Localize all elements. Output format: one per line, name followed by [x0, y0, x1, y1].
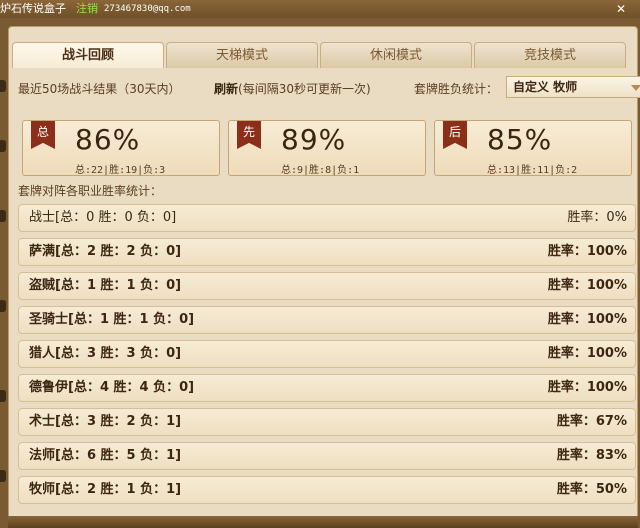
app-title: 炉石传说盒子	[0, 2, 66, 15]
class-win-rate: 胜率：100%	[547, 312, 627, 327]
left-edge-decoration	[0, 60, 8, 520]
class-row-hunter: 猎人[总：3 胜：3 负：0] 胜率：100%	[18, 340, 636, 368]
class-win-rate: 胜率：83%	[556, 448, 627, 463]
class-name: 术士[总：3 胜：2 负：1]	[29, 414, 182, 429]
refresh-group: 刷新(每间隔30秒可更新一次)	[214, 80, 371, 97]
second-detail: 总:13|胜:11|负:2	[487, 165, 578, 176]
class-win-rate: 胜率：100%	[547, 244, 627, 259]
class-name: 猎人[总：3 胜：3 负：0]	[29, 346, 182, 361]
chevron-down-icon	[631, 85, 640, 91]
class-name: 德鲁伊[总：4 胜：4 负：0]	[29, 380, 195, 395]
first-badge: 先	[237, 121, 261, 149]
title-bar: 炉石传说盒子 注销 273467830@qq.com ✕	[0, 0, 640, 18]
class-row-mage: 法师[总：6 胜：5 负：1] 胜率：83%	[18, 442, 636, 470]
filter-row: 最近50场战斗结果（30天内） 刷新(每间隔30秒可更新一次) 套牌胜负统计： …	[18, 76, 640, 98]
second-win-rate: 85%	[487, 123, 553, 156]
class-name: 法师[总：6 胜：5 负：1]	[29, 448, 182, 463]
class-stats-label: 套牌对阵各职业胜率统计：	[18, 184, 163, 198]
user-email: 273467830@qq.com	[104, 4, 191, 14]
total-detail: 总:22|胜:19|负:3	[75, 165, 166, 176]
class-name: 牧师[总：2 胜：1 负：1]	[29, 482, 182, 497]
edge-nub	[0, 210, 6, 222]
bottom-border	[8, 516, 638, 528]
class-win-rate: 胜率：0%	[567, 210, 627, 225]
stat-card-first: 先 89% 总:9|胜:8|负:1	[228, 120, 426, 176]
class-row-priest: 牧师[总：2 胜：1 负：1] 胜率：50%	[18, 476, 636, 504]
class-win-rate: 胜率：100%	[547, 278, 627, 293]
refresh-link[interactable]: 刷新	[214, 82, 238, 96]
mode-tabs: 战斗回顾 天梯模式 休闲模式 竞技模式	[12, 42, 638, 68]
tab-arena-mode[interactable]: 竞技模式	[474, 42, 626, 68]
class-win-rate: 胜率：50%	[556, 482, 627, 497]
deck-select-value: 自定义 牧师	[513, 80, 578, 94]
deck-stat-label: 套牌胜负统计：	[414, 82, 499, 96]
first-win-rate: 89%	[281, 123, 347, 156]
total-badge: 总	[31, 121, 55, 149]
class-win-rate: 胜率：100%	[547, 380, 627, 395]
class-name: 萨满[总：2 胜：2 负：0]	[29, 244, 182, 259]
deck-select[interactable]: 自定义 牧师	[506, 76, 640, 98]
tab-ladder-mode[interactable]: 天梯模式	[166, 42, 318, 68]
edge-nub	[0, 470, 6, 482]
class-name: 战士[总：0 胜：0 负：0]	[29, 210, 177, 225]
tab-casual-mode[interactable]: 休闲模式	[320, 42, 472, 68]
class-win-rate: 胜率：67%	[556, 414, 627, 429]
class-row-druid: 德鲁伊[总：4 胜：4 负：0] 胜率：100%	[18, 374, 636, 402]
edge-nub	[0, 80, 6, 92]
close-button[interactable]: ✕	[604, 0, 638, 18]
class-win-rate: 胜率：100%	[547, 346, 627, 361]
tab-battle-review[interactable]: 战斗回顾	[12, 42, 164, 68]
stat-card-second: 后 85% 总:13|胜:11|负:2	[434, 120, 632, 176]
class-row-warrior: 战士[总：0 胜：0 负：0] 胜率：0%	[18, 204, 636, 232]
edge-nub	[0, 300, 6, 312]
edge-nub	[0, 390, 6, 402]
total-win-rate: 86%	[75, 123, 141, 156]
refresh-note: (每间隔30秒可更新一次)	[238, 82, 371, 96]
first-detail: 总:9|胜:8|负:1	[281, 165, 360, 176]
edge-nub	[0, 140, 6, 152]
logout-link[interactable]: 注销	[76, 0, 98, 18]
class-name: 盗贼[总：1 胜：1 负：0]	[29, 278, 182, 293]
class-row-warlock: 术士[总：3 胜：2 负：1] 胜率：67%	[18, 408, 636, 436]
class-row-paladin: 圣骑士[总：1 胜：1 负：0] 胜率：100%	[18, 306, 636, 334]
second-badge: 后	[443, 121, 467, 149]
stat-card-total: 总 86% 总:22|胜:19|负:3	[22, 120, 220, 176]
recent-results-label: 最近50场战斗结果（30天内）	[18, 82, 181, 96]
class-row-shaman: 萨满[总：2 胜：2 负：0] 胜率：100%	[18, 238, 636, 266]
class-name: 圣骑士[总：1 胜：1 负：0]	[29, 312, 195, 327]
class-row-rogue: 盗贼[总：1 胜：1 负：0] 胜率：100%	[18, 272, 636, 300]
